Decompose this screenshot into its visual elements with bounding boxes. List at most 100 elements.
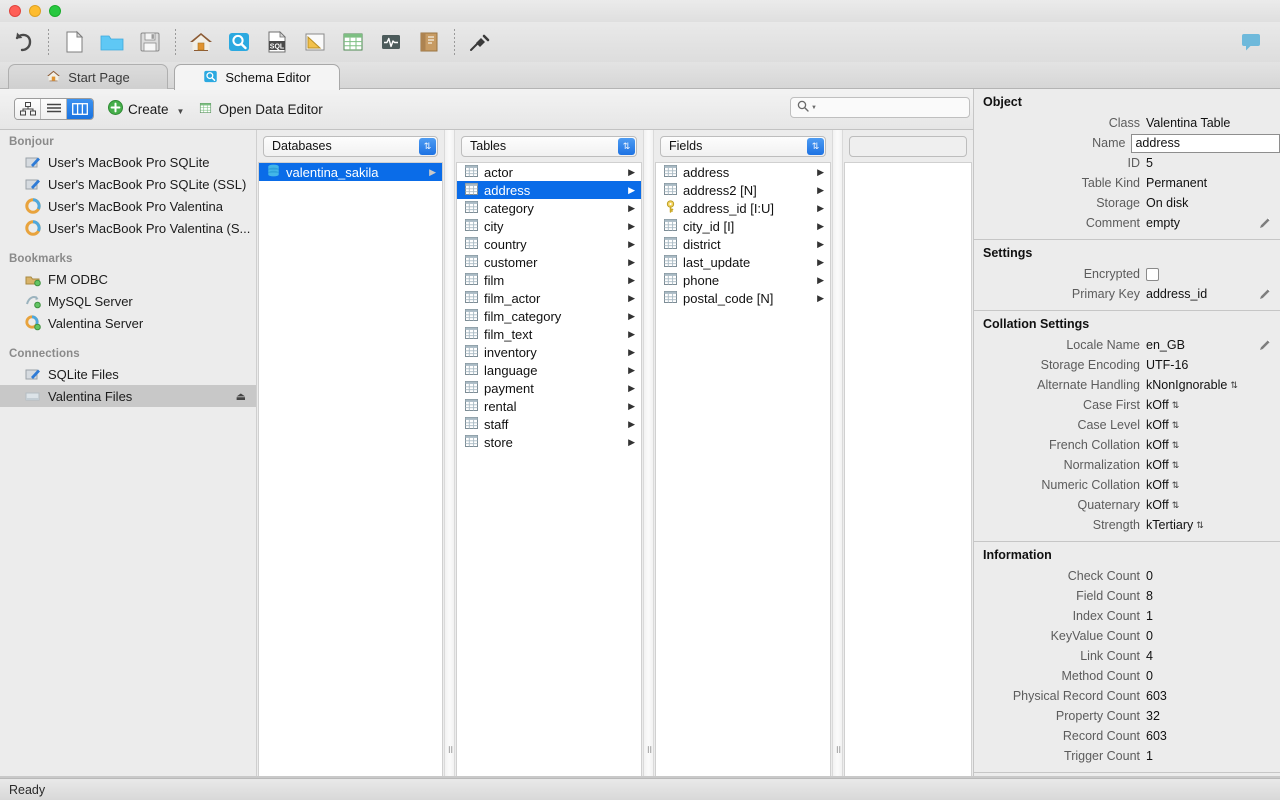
column-resize-grip[interactable]: ॥ — [444, 130, 455, 778]
disclosure-arrow-icon[interactable]: ▶ — [817, 257, 824, 268]
disclosure-arrow-icon[interactable]: ▶ — [628, 365, 635, 376]
edit-pencil-icon[interactable] — [1258, 216, 1272, 233]
disclosure-arrow-icon[interactable]: ▶ — [817, 293, 824, 304]
disclosure-arrow-icon[interactable]: ▶ — [628, 185, 635, 196]
name-field[interactable]: address — [1131, 133, 1280, 153]
eject-icon[interactable]: ⏏ — [236, 390, 246, 403]
object-inspector[interactable]: Object Class Valentina Table Name address ID 5… — [973, 89, 1280, 778]
tab-schema-editor[interactable]: Schema Editor — [174, 64, 340, 90]
fields-popup[interactable]: Fields ⇅ — [660, 135, 826, 157]
data-editor-icon[interactable] — [334, 23, 372, 61]
databases-list[interactable]: valentina_sakila ▶ — [258, 162, 443, 754]
stepper-arrows-icon[interactable]: ⇅ — [1172, 460, 1180, 470]
column-resize-grip[interactable]: ॥ — [643, 130, 654, 778]
disclosure-arrow-icon[interactable]: ▶ — [817, 221, 824, 232]
sidebar-item-fm-odbc[interactable]: FM ODBC — [0, 268, 256, 290]
list-item[interactable]: address ▶ — [457, 181, 641, 199]
inspector-row-value[interactable]: kOff ⇅ — [1146, 498, 1179, 512]
list-item[interactable]: inventory ▶ — [457, 343, 641, 361]
create-button[interactable]: Create ▼ — [108, 100, 184, 118]
stepper-arrows-icon[interactable]: ⇅ — [1172, 400, 1180, 410]
tables-list[interactable]: actor ▶ address ▶ category ▶ city ▶ country ▶ cust… — [456, 162, 642, 754]
list-item[interactable]: film_text ▶ — [457, 325, 641, 343]
sidebar-item-sqlite-files[interactable]: SQLite Files — [0, 363, 256, 385]
stepper-arrows-icon[interactable]: ⇅ — [1172, 420, 1180, 430]
diagram-view-button[interactable] — [15, 99, 41, 119]
save-floppy-icon[interactable] — [131, 23, 169, 61]
edit-pencil-icon[interactable] — [1258, 338, 1272, 355]
disclosure-arrow-icon[interactable]: ▶ — [628, 329, 635, 340]
list-item[interactable]: valentina_sakila ▶ — [259, 163, 442, 181]
home-icon[interactable] — [182, 23, 220, 61]
sidebar-item-macbook-sqlite-ssl[interactable]: User's MacBook Pro SQLite (SSL) — [0, 173, 256, 195]
new-document-icon[interactable] — [55, 23, 93, 61]
inspector-row-value[interactable]: kOff ⇅ — [1146, 418, 1179, 432]
disclosure-arrow-icon[interactable]: ▶ — [628, 239, 635, 250]
disclosure-arrow-icon[interactable]: ▶ — [628, 311, 635, 322]
sidebar-item-macbook-sqlite[interactable]: User's MacBook Pro SQLite — [0, 151, 256, 173]
list-item[interactable]: city ▶ — [457, 217, 641, 235]
disclosure-arrow-icon[interactable]: ▶ — [628, 437, 635, 448]
sources-sidebar[interactable]: Bonjour User's MacBook Pro SQLite User's… — [0, 130, 257, 778]
list-item[interactable]: actor ▶ — [457, 163, 641, 181]
schema-editor-icon[interactable] — [220, 23, 258, 61]
reports-icon[interactable] — [410, 23, 448, 61]
search-box[interactable]: ▼ — [790, 97, 970, 118]
edit-pencil-icon[interactable] — [1258, 287, 1272, 304]
sidebar-item-macbook-valentina-ssl[interactable]: User's MacBook Pro Valentina (S... — [0, 217, 256, 239]
disclosure-arrow-icon[interactable]: ▶ — [817, 185, 824, 196]
list-item[interactable]: last_update ▶ — [656, 253, 830, 271]
list-item[interactable]: address_id [I:U] ▶ — [656, 199, 830, 217]
list-item[interactable]: store ▶ — [457, 433, 641, 451]
tab-start-page[interactable]: Start Page — [8, 64, 168, 90]
list-item[interactable]: rental ▶ — [457, 397, 641, 415]
disclosure-arrow-icon[interactable]: ▶ — [429, 167, 436, 178]
connect-plug-icon[interactable] — [461, 23, 499, 61]
column-view-button[interactable] — [67, 99, 93, 119]
list-item[interactable]: film ▶ — [457, 271, 641, 289]
minimize-window-button[interactable] — [29, 5, 41, 17]
tables-popup[interactable]: Tables ⇅ — [461, 135, 637, 157]
stepper-arrows-icon[interactable]: ⇅ — [1172, 480, 1180, 490]
list-item[interactable]: staff ▶ — [457, 415, 641, 433]
sidebar-item-valentina-server[interactable]: Valentina Server — [0, 312, 256, 334]
list-item[interactable]: category ▶ — [457, 199, 641, 217]
undo-icon[interactable] — [4, 23, 42, 61]
list-item[interactable]: payment ▶ — [457, 379, 641, 397]
list-item[interactable]: film_actor ▶ — [457, 289, 641, 307]
chevron-down-icon[interactable]: ▼ — [177, 107, 185, 116]
disclosure-arrow-icon[interactable]: ▶ — [628, 221, 635, 232]
stepper-arrows-icon[interactable]: ⇅ — [1230, 380, 1238, 390]
disclosure-arrow-icon[interactable]: ▶ — [628, 275, 635, 286]
disclosure-arrow-icon[interactable]: ▶ — [628, 401, 635, 412]
list-item[interactable]: address2 [N] ▶ — [656, 181, 830, 199]
disclosure-arrow-icon[interactable]: ▶ — [628, 257, 635, 268]
disclosure-arrow-icon[interactable]: ▶ — [628, 347, 635, 358]
detail-popup[interactable] — [849, 135, 967, 157]
list-item[interactable]: postal_code [N] ▶ — [656, 289, 830, 307]
disclosure-arrow-icon[interactable]: ▶ — [817, 239, 824, 250]
search-input[interactable]: ▼ — [790, 97, 970, 118]
inspector-row-value[interactable]: kOff ⇅ — [1146, 478, 1179, 492]
detail-list[interactable] — [844, 162, 972, 754]
close-window-button[interactable] — [9, 5, 21, 17]
disclosure-arrow-icon[interactable]: ▶ — [628, 203, 635, 214]
column-resize-grip[interactable]: ॥ — [832, 130, 843, 778]
sidebar-item-macbook-valentina[interactable]: User's MacBook Pro Valentina — [0, 195, 256, 217]
fields-list[interactable]: address ▶ address2 [N] ▶ address_id [I:U] ▶ ci… — [655, 162, 831, 754]
stepper-arrows-icon[interactable]: ⇅ — [1172, 500, 1180, 510]
list-item[interactable]: language ▶ — [457, 361, 641, 379]
monitor-icon[interactable] — [372, 23, 410, 61]
sql-editor-icon[interactable]: SQL — [258, 23, 296, 61]
list-item[interactable]: phone ▶ — [656, 271, 830, 289]
list-item[interactable]: country ▶ — [457, 235, 641, 253]
open-folder-icon[interactable] — [93, 23, 131, 61]
disclosure-arrow-icon[interactable]: ▶ — [628, 383, 635, 394]
diagram-icon[interactable] — [296, 23, 334, 61]
stepper-arrows-icon[interactable]: ⇅ — [1196, 520, 1204, 530]
encrypted-checkbox[interactable] — [1146, 267, 1159, 281]
inspector-row-value[interactable]: kNonIgnorable ⇅ — [1146, 378, 1238, 392]
stepper-arrows-icon[interactable]: ⇅ — [1172, 440, 1180, 450]
inspector-row-value[interactable]: kOff ⇅ — [1146, 398, 1179, 412]
chevron-down-icon[interactable]: ▼ — [811, 105, 817, 111]
